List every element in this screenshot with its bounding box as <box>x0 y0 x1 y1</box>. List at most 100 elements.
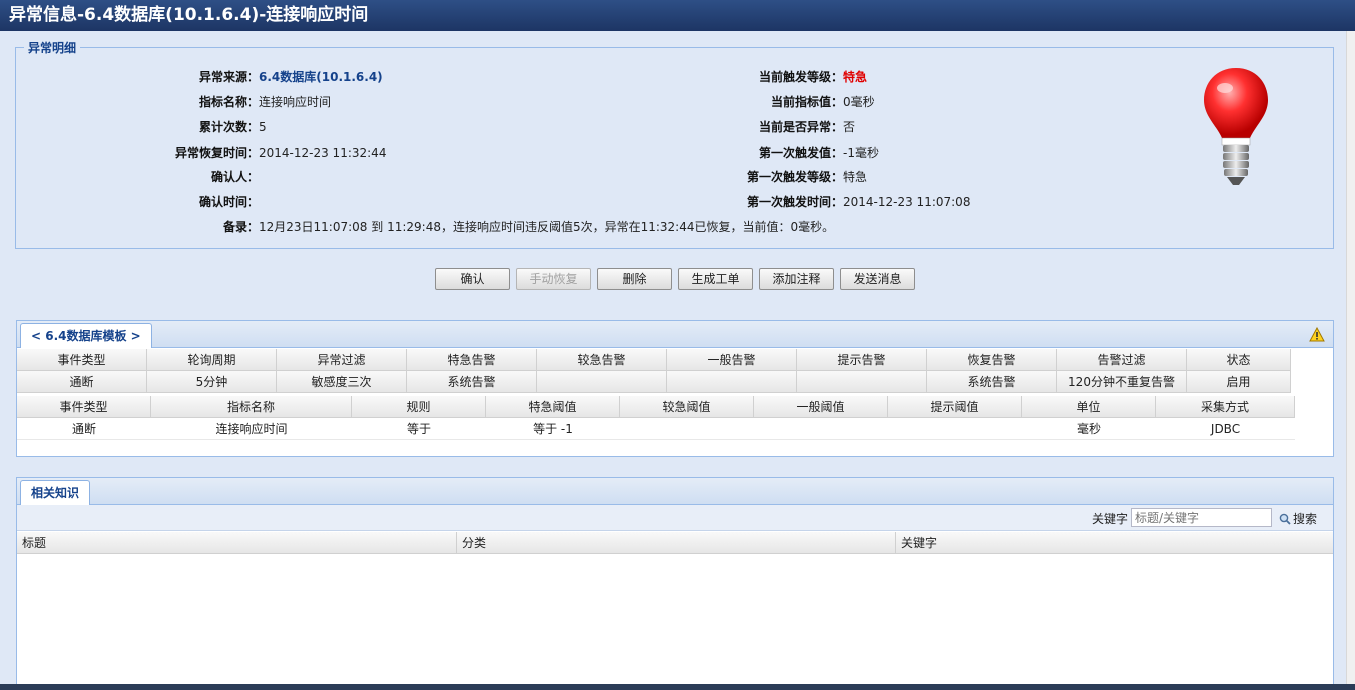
events-header-cell: 事件类型 <box>17 349 147 371</box>
metrics-row-cell <box>620 418 754 440</box>
template-tabstrip: < 6.4数据库模板 > <box>17 321 1333 348</box>
events-header-cell: 告警过滤 <box>1057 349 1187 371</box>
metrics-row-cell: JDBC <box>1156 418 1295 440</box>
search-button[interactable]: 搜索 <box>1279 510 1317 527</box>
knowledge-column-keyword[interactable]: 关键字 <box>896 532 1333 554</box>
events-row-cell: 敏感度三次 <box>277 371 407 393</box>
events-header-cell: 轮询周期 <box>147 349 277 371</box>
first-value-value: -1毫秒 <box>843 146 879 160</box>
detail-count: 累计次数：5 <box>56 118 267 136</box>
remark-label: 备录： <box>222 220 259 234</box>
recover-time-value: 2014-12-23 11:32:44 <box>259 146 387 160</box>
metrics-header-cell: 采集方式 <box>1156 396 1295 418</box>
current-value-value: 0毫秒 <box>843 95 875 109</box>
knowledge-column-title[interactable]: 标题 <box>17 532 457 554</box>
events-header-cell: 一般告警 <box>667 349 797 371</box>
first-time-value: 2014-12-23 11:07:08 <box>843 195 971 209</box>
create-ticket-button[interactable]: 生成工单 <box>678 268 753 290</box>
events-row-cell: 通断 <box>17 371 147 393</box>
add-note-button[interactable]: 添加注释 <box>759 268 834 290</box>
alarm-detail-legend: 异常明细 <box>24 39 81 56</box>
knowledge-search-bar: 关键字 搜索 <box>17 505 1333 531</box>
events-row-cell <box>797 371 927 393</box>
current-value-label: 当前指标值： <box>770 95 843 109</box>
metrics-row-cell: 通断 <box>17 418 151 440</box>
knowledge-panel: 相关知识 关键字 搜索 标题 分类 关键字 <box>16 477 1334 690</box>
red-light-bulb-icon <box>1204 68 1268 185</box>
metrics-row-cell: 连接响应时间 <box>151 418 352 440</box>
detail-current-level: 当前触发等级：特急 <box>616 68 867 86</box>
remark-value: 12月23日11:07:08 到 11:29:48，连接响应时间违反阈值5次，异… <box>259 220 835 234</box>
detail-current-value: 当前指标值：0毫秒 <box>616 93 875 111</box>
metrics-header-cell: 一般阈值 <box>754 396 888 418</box>
events-row-cell <box>667 371 797 393</box>
metrics-row-cell: 毫秒 <box>1022 418 1156 440</box>
events-row-cell: 系统告警 <box>407 371 537 393</box>
source-label: 异常来源： <box>198 70 259 84</box>
metric-name-label: 指标名称： <box>198 95 259 109</box>
events-row-cell: 5分钟 <box>147 371 277 393</box>
window-title: 异常信息-6.4数据库(10.1.6.4)-连接响应时间 <box>0 0 1355 31</box>
first-level-label: 第一次触发等级： <box>746 170 843 184</box>
metrics-header-cell: 提示阈值 <box>888 396 1022 418</box>
tab-template[interactable]: < 6.4数据库模板 > <box>20 323 152 348</box>
tab-knowledge[interactable]: 相关知识 <box>20 480 91 505</box>
metric-name-value: 连接响应时间 <box>259 95 332 109</box>
detail-source: 异常来源：6.4数据库(10.1.6.4) <box>56 68 383 86</box>
detail-metric-name: 指标名称：连接响应时间 <box>56 93 331 111</box>
confirmer-label: 确认人： <box>210 170 259 184</box>
taskbar <box>0 684 1355 690</box>
count-label: 累计次数： <box>198 120 259 134</box>
magnifier-icon <box>1279 513 1291 525</box>
current-level-value: 特急 <box>843 70 868 84</box>
events-header-cell: 异常过滤 <box>277 349 407 371</box>
metrics-row-cell <box>888 418 1022 440</box>
warning-icon[interactable] <box>1309 327 1325 342</box>
metrics-header-cell: 指标名称 <box>151 396 352 418</box>
template-panel: < 6.4数据库模板 > 事件类型 轮询周期 异常过滤 特急告警 较急告警 一般… <box>16 320 1334 457</box>
knowledge-column-category[interactable]: 分类 <box>457 532 896 554</box>
detail-recover-time: 异常恢复时间：2014-12-23 11:32:44 <box>56 144 386 162</box>
search-label: 搜索 <box>1293 512 1318 526</box>
metrics-header-cell: 规则 <box>352 396 486 418</box>
is-abnormal-value: 否 <box>843 120 856 134</box>
detail-confirm-time: 确认时间： <box>56 193 259 211</box>
detail-first-level: 第一次触发等级：特急 <box>616 168 867 186</box>
events-row-cell: 系统告警 <box>927 371 1057 393</box>
alarm-detail-fieldset: 异常明细 异常来源：6.4数据库(10.1.6.4) 指标名称：连接响应时间 累… <box>15 39 1334 249</box>
events-row-cell <box>537 371 667 393</box>
metrics-header-cell: 单位 <box>1022 396 1156 418</box>
metrics-row-cell: 等于 <box>352 418 486 440</box>
detail-first-time: 第一次触发时间：2014-12-23 11:07:08 <box>616 193 970 211</box>
keyword-label: 关键字 <box>1092 512 1129 526</box>
keyword-input[interactable] <box>1131 508 1272 527</box>
detail-is-abnormal: 当前是否异常：否 <box>616 118 855 136</box>
knowledge-tabstrip: 相关知识 <box>17 478 1333 505</box>
metrics-header-cell: 较急阈值 <box>620 396 754 418</box>
is-abnormal-label: 当前是否异常： <box>758 120 843 134</box>
count-value: 5 <box>259 120 267 134</box>
send-message-button[interactable]: 发送消息 <box>840 268 915 290</box>
source-link[interactable]: 6.4数据库(10.1.6.4) <box>259 70 383 84</box>
first-value-label: 第一次触发值： <box>758 146 843 160</box>
confirm-time-label: 确认时间： <box>198 195 259 209</box>
events-header-cell: 特急告警 <box>407 349 537 371</box>
metrics-row-cell: 等于 -1 <box>486 418 620 440</box>
events-row-cell: 启用 <box>1187 371 1291 393</box>
manual-recover-button[interactable]: 手动恢复 <box>516 268 591 290</box>
metrics-row-cell <box>754 418 888 440</box>
detail-first-value: 第一次触发值：-1毫秒 <box>616 144 879 162</box>
detail-remark: 备录：12月23日11:07:08 到 11:29:48，连接响应时间违反阈值5… <box>56 218 834 236</box>
events-header-cell: 较急告警 <box>537 349 667 371</box>
metrics-header-cell: 事件类型 <box>17 396 151 418</box>
first-time-label: 第一次触发时间： <box>746 195 843 209</box>
recover-time-label: 异常恢复时间： <box>174 146 259 160</box>
action-toolbar: 确认 手动恢复 删除 生成工单 添加注释 发送消息 <box>0 268 1355 292</box>
page-scrollbar[interactable] <box>1346 31 1355 690</box>
confirm-button[interactable]: 确认 <box>435 268 510 290</box>
delete-button[interactable]: 删除 <box>597 268 672 290</box>
events-header-cell: 恢复告警 <box>927 349 1057 371</box>
first-level-value: 特急 <box>843 170 868 184</box>
events-header-cell: 状态 <box>1187 349 1291 371</box>
events-header-cell: 提示告警 <box>797 349 927 371</box>
